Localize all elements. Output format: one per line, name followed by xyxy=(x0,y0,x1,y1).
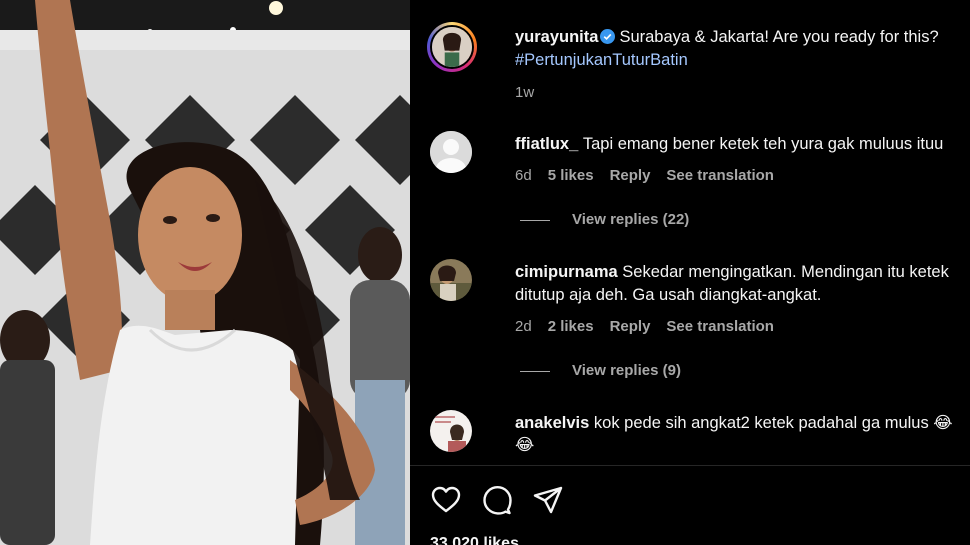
view-replies-label[interactable]: View replies (9) xyxy=(572,362,681,379)
comments-panel: yurayunita Surabaya & Jakarta! Are you re… xyxy=(410,0,970,545)
reply-button[interactable]: Reply xyxy=(610,167,651,184)
verified-badge-icon xyxy=(600,29,616,44)
caption-time: 1w xyxy=(515,84,535,101)
comment-body-line2: 😂 xyxy=(515,434,970,457)
post-caption: yurayunita Surabaya & Jakarta! Are you re… xyxy=(515,26,970,49)
see-translation-button[interactable]: See translation xyxy=(666,167,774,184)
caption-text: Surabaya & Jakarta! Are you ready for th… xyxy=(619,28,939,46)
actions-divider xyxy=(410,465,970,466)
comment-body: ffiatlux_ Tapi emang bener ketek teh yur… xyxy=(515,133,970,156)
comment-likes[interactable]: 5 likes xyxy=(548,167,594,184)
author-username[interactable]: yurayunita xyxy=(515,28,598,46)
view-replies-button[interactable]: View replies (22) xyxy=(520,211,689,228)
comment-text-line2: 😂 xyxy=(515,436,535,454)
comment-text-line2: ditutup aja deh. Ga usah diangkat-angkat… xyxy=(515,286,822,304)
comment-likes[interactable]: 2 likes xyxy=(548,318,594,335)
comment-body: cimipurnama Sekedar mengingatkan. Mendin… xyxy=(515,261,970,284)
replies-line xyxy=(520,370,550,372)
comment-username[interactable]: cimipurnama xyxy=(515,263,618,281)
reply-button[interactable]: Reply xyxy=(610,318,651,335)
caption-hashtag[interactable]: #PertunjukanTuturBatin xyxy=(515,51,688,69)
comment-body: anakelvis kok pede sih angkat2 ketek pad… xyxy=(515,412,970,435)
comment-text: Tapi emang bener ketek teh yura gak mulu… xyxy=(582,135,944,153)
heart-icon[interactable] xyxy=(430,484,462,516)
post-photo xyxy=(0,0,410,545)
author-avatar-image xyxy=(430,25,474,69)
likes-count[interactable]: 33,020 likes xyxy=(430,535,519,545)
author-avatar[interactable] xyxy=(427,22,477,72)
caption-hashtag-line: #PertunjukanTuturBatin xyxy=(515,49,970,72)
see-translation-button[interactable]: See translation xyxy=(666,318,774,335)
default-avatar-icon xyxy=(430,131,472,173)
replies-line xyxy=(520,219,550,221)
view-replies-button[interactable]: View replies (9) xyxy=(520,362,681,379)
commenter-avatar[interactable] xyxy=(430,410,472,452)
paper-plane-icon[interactable] xyxy=(532,484,564,516)
commenter-avatar-image xyxy=(430,259,472,301)
comment-username[interactable]: anakelvis xyxy=(515,414,589,432)
commenter-avatar[interactable] xyxy=(430,259,472,301)
commenter-avatar-image xyxy=(430,410,472,452)
comment-text: kok pede sih angkat2 ketek padahal ga mu… xyxy=(593,414,953,432)
view-replies-label[interactable]: View replies (22) xyxy=(572,211,689,228)
commenter-avatar[interactable] xyxy=(430,131,472,173)
dance-studio-image xyxy=(0,0,410,545)
comment-bubble-icon[interactable] xyxy=(481,484,513,516)
comment-text: Sekedar mengingatkan. Mendingan itu kete… xyxy=(622,263,949,281)
comment-body-line2: ditutup aja deh. Ga usah diangkat-angkat… xyxy=(515,284,970,307)
caption-meta: 1w xyxy=(515,84,550,101)
comment-username[interactable]: ffiatlux_ xyxy=(515,135,578,153)
comment-meta: 2d 2 likes Reply See translation xyxy=(515,318,790,335)
comment-meta: 6d 5 likes Reply See translation xyxy=(515,167,790,184)
comment-time: 6d xyxy=(515,167,532,184)
comment-time: 2d xyxy=(515,318,532,335)
